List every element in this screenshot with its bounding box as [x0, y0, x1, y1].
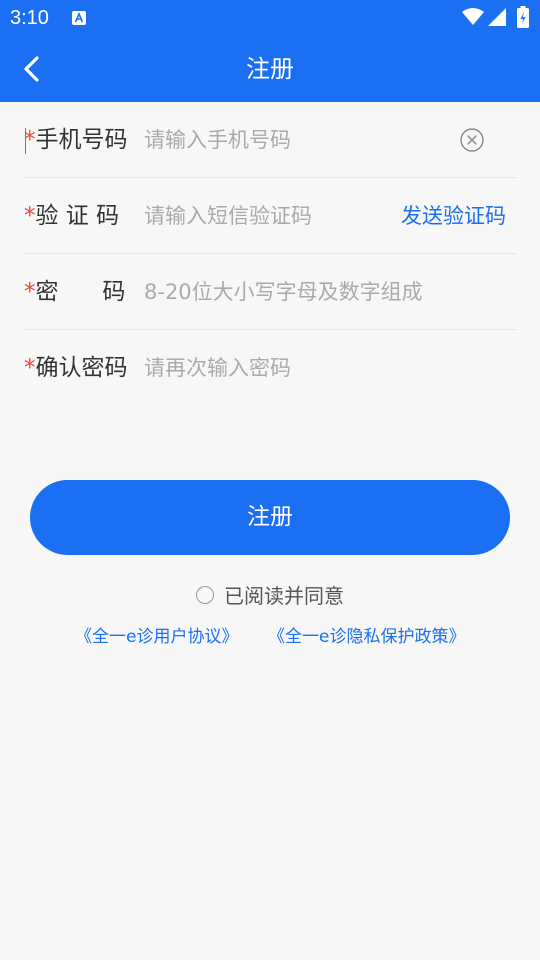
required-mark: *	[24, 203, 36, 229]
password-label-text: 密 码	[35, 279, 126, 305]
required-mark: *	[24, 279, 36, 305]
confirm-password-input[interactable]	[144, 349, 394, 387]
confirm-row: *确认密码	[24, 330, 516, 406]
phone-input[interactable]	[144, 121, 394, 159]
code-label: *验 证 码	[24, 178, 119, 254]
code-input[interactable]	[144, 197, 394, 235]
send-code-button[interactable]: 发送验证码	[401, 178, 506, 254]
code-label-text: 验 证 码	[35, 203, 120, 229]
required-mark: *	[24, 355, 36, 381]
clear-circle-icon[interactable]	[460, 128, 484, 152]
agree-text: 已阅读并同意	[224, 584, 344, 608]
password-input[interactable]	[144, 273, 504, 311]
agree-radio[interactable]	[196, 585, 214, 604]
status-time: 3:10	[10, 7, 49, 29]
back-button[interactable]	[16, 52, 50, 86]
wifi-icon	[462, 8, 484, 25]
agreement-row: 已阅读并同意	[0, 580, 540, 608]
nav-bar: 注册	[0, 36, 540, 102]
battery-icon	[517, 6, 529, 28]
page-title: 注册	[246, 55, 294, 83]
text-cursor	[25, 128, 26, 154]
user-agreement-link[interactable]: 《全一e诊用户协议》	[75, 622, 238, 647]
privacy-policy-link[interactable]: 《全一e诊隐私保护政策》	[268, 622, 465, 647]
register-button[interactable]: 注册	[30, 480, 510, 555]
signal-icon	[488, 8, 506, 26]
confirm-label-text: 确认密码	[35, 355, 128, 381]
phone-row: *手机号码	[24, 102, 516, 178]
app-notification-icon	[72, 11, 86, 25]
chevron-left-icon	[24, 56, 39, 82]
phone-label-text: 手机号码	[35, 127, 128, 153]
code-row: *验 证 码 发送验证码	[24, 178, 516, 254]
password-label: *密 码	[24, 254, 125, 330]
confirm-label: *确认密码	[24, 330, 128, 406]
phone-label: *手机号码	[24, 102, 128, 178]
status-bar: 3:10	[0, 0, 540, 36]
password-row: *密 码	[24, 254, 516, 330]
register-form: *手机号码 *验 证 码 发送验证码 *密 码 *确认密码	[24, 102, 516, 406]
agreement-links: 《全一e诊用户协议》 《全一e诊隐私保护政策》	[0, 622, 540, 648]
